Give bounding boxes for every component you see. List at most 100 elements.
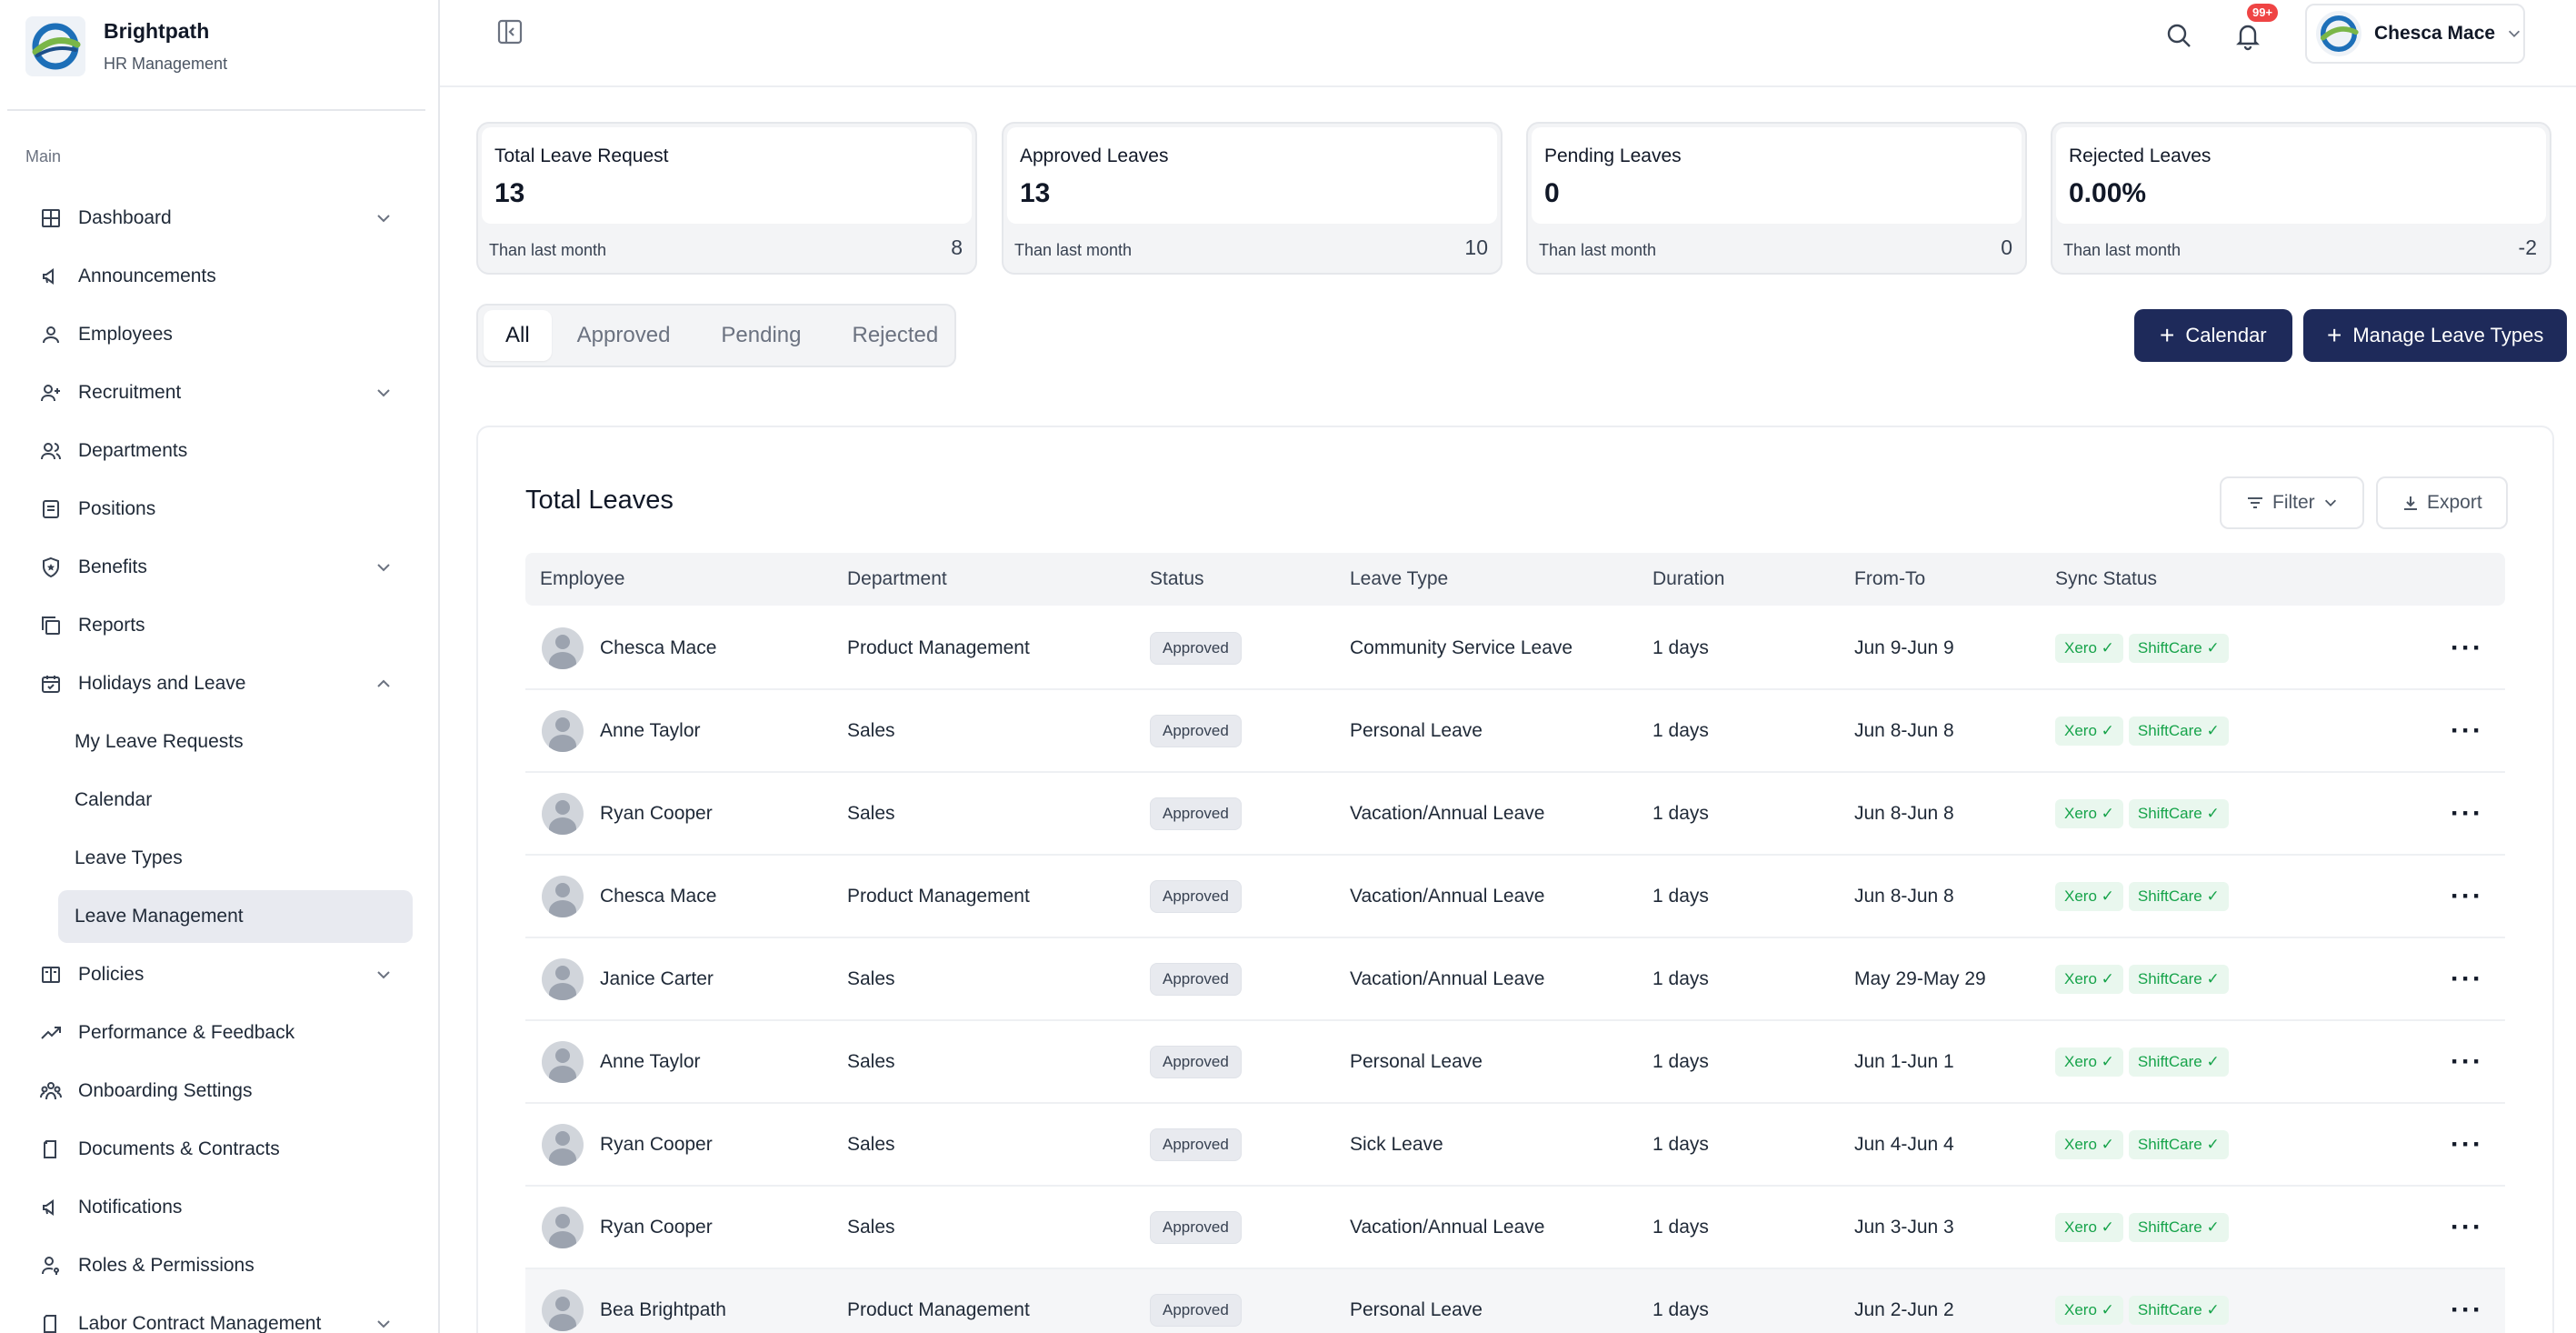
leave-type-cell: Sick Leave: [1350, 1104, 1443, 1185]
more-options-icon[interactable]: ···: [2451, 633, 2483, 664]
sync-badge-xero: Xero ✓: [2055, 1295, 2123, 1325]
more-options-icon[interactable]: ···: [2451, 881, 2483, 912]
calendar-button[interactable]: + Calendar: [2134, 309, 2292, 362]
sidebar-item-documents-contracts[interactable]: Documents & Contracts: [0, 1120, 438, 1178]
sidebar-item-performance-feedback[interactable]: Performance & Feedback: [0, 1004, 438, 1062]
column-header-duration[interactable]: Duration: [1652, 568, 1724, 590]
table-row[interactable]: Anne Taylor Sales Approved Personal Leav…: [525, 690, 2505, 773]
sidebar-item-label: Positions: [78, 498, 156, 519]
sidebar-item-label: Notifications: [78, 1197, 183, 1218]
tab-all[interactable]: All: [484, 310, 552, 361]
column-header-department[interactable]: Department: [847, 568, 947, 590]
column-header-employee[interactable]: Employee: [540, 568, 624, 590]
more-options-icon[interactable]: ···: [2451, 964, 2483, 995]
department-text: Sales: [847, 719, 895, 741]
stat-title: Approved Leaves: [1020, 145, 1169, 166]
chevron-down-icon[interactable]: [374, 384, 393, 402]
bell-icon[interactable]: [2232, 20, 2263, 51]
plus-icon: +: [2327, 321, 2342, 349]
stat-foot-label: Than last month: [1014, 241, 1133, 259]
sidebar-item-holidays-and-leave[interactable]: Holidays and Leave: [0, 655, 438, 713]
sync-badge-shiftcare: ShiftCare ✓: [2128, 1129, 2229, 1159]
table-row[interactable]: Ryan Cooper Sales Approved Vacation/Annu…: [525, 1187, 2505, 1269]
column-header-from-to[interactable]: From-To: [1854, 568, 1925, 590]
sidebar-item-recruitment[interactable]: Recruitment: [0, 364, 438, 422]
tab-rejected[interactable]: Rejected: [827, 310, 964, 361]
sync-badge-shiftcare: ShiftCare ✓: [2128, 1212, 2229, 1242]
tab-approved[interactable]: Approved: [552, 310, 696, 361]
sidebar-subitem-calendar[interactable]: Calendar: [0, 771, 438, 829]
more-options-icon[interactable]: ···: [2451, 1295, 2483, 1326]
sidebar-item-label: Documents & Contracts: [78, 1138, 280, 1159]
chevron-up-icon[interactable]: [374, 675, 393, 693]
table-row[interactable]: Chesca Mace Product Management Approved …: [525, 607, 2505, 690]
table-row[interactable]: Ryan Cooper Sales Approved Vacation/Annu…: [525, 773, 2505, 856]
sync-badge-xero: Xero ✓: [2055, 798, 2123, 828]
sync-badge-xero: Xero ✓: [2055, 1047, 2123, 1077]
megaphone-icon: [38, 264, 64, 289]
sync-status-cell: Xero ✓ ShiftCare ✓: [2055, 607, 2234, 688]
from-to-text: May 29-May 29: [1854, 967, 1986, 989]
from-to-cell: Jun 1-Jun 1: [1854, 1021, 1954, 1102]
table-row[interactable]: Chesca Mace Product Management Approved …: [525, 856, 2505, 938]
sidebar-item-positions[interactable]: Positions: [0, 480, 438, 538]
avatar: [542, 1040, 584, 1083]
user-plus-icon: [38, 380, 64, 406]
sidebar-item-dashboard[interactable]: Dashboard: [0, 189, 438, 247]
manage-leave-types-button[interactable]: + Manage Leave Types: [2303, 309, 2568, 362]
from-to-cell: Jun 8-Jun 8: [1854, 690, 1954, 771]
export-button[interactable]: Export: [2376, 476, 2508, 529]
sidebar-subitem-leave-types[interactable]: Leave Types: [0, 829, 438, 887]
sidebar-item-onboarding-settings[interactable]: Onboarding Settings: [0, 1062, 438, 1120]
chevron-down-icon[interactable]: [374, 558, 393, 576]
department-text: Product Management: [847, 1298, 1030, 1320]
user-menu-button[interactable]: Chesca Mace: [2305, 4, 2525, 64]
notification-badge: 99+: [2247, 4, 2279, 22]
more-options-icon[interactable]: ···: [2451, 1129, 2483, 1160]
brand[interactable]: Brightpath HR Management: [25, 16, 227, 76]
chevron-down-icon[interactable]: [374, 1315, 393, 1333]
sidebar-item-departments[interactable]: Departments: [0, 422, 438, 480]
table-row[interactable]: Anne Taylor Sales Approved Personal Leav…: [525, 1021, 2505, 1104]
sidebar-item-labor-contract-management[interactable]: Labor Contract Management: [0, 1295, 438, 1333]
sidebar-subitem-leave-management[interactable]: Leave Management: [58, 890, 413, 943]
sidebar-item-employees[interactable]: Employees: [0, 306, 438, 364]
status-cell: Approved: [1150, 1187, 1242, 1268]
filter-button[interactable]: Filter: [2220, 476, 2364, 529]
column-header-status[interactable]: Status: [1150, 568, 1204, 590]
sync-badge-xero: Xero ✓: [2055, 633, 2123, 663]
chevron-down-icon[interactable]: [374, 209, 393, 227]
sidebar-item-notifications[interactable]: Notifications: [0, 1178, 438, 1237]
more-options-icon[interactable]: ···: [2451, 798, 2483, 829]
more-options-icon[interactable]: ···: [2451, 1047, 2483, 1077]
sidebar-item-reports[interactable]: Reports: [0, 596, 438, 655]
sidebar-item-benefits[interactable]: Benefits: [0, 538, 438, 596]
employee-cell: Anne Taylor: [542, 1021, 701, 1102]
department-text: Sales: [847, 1050, 895, 1072]
more-options-icon[interactable]: ···: [2451, 1212, 2483, 1243]
stat-card-total: Total Leave Request 13 Than last month 8: [476, 122, 977, 275]
table-row[interactable]: Bea Brightpath Product Management Approv…: [525, 1269, 2505, 1333]
more-options-icon[interactable]: ···: [2451, 716, 2483, 747]
column-header-sync-status[interactable]: Sync Status: [2055, 568, 2157, 590]
status-cell: Approved: [1150, 938, 1242, 1019]
sidebar-item-announcements[interactable]: Announcements: [0, 247, 438, 306]
table-row[interactable]: Ryan Cooper Sales Approved Sick Leave 1 …: [525, 1104, 2505, 1187]
employee-name: Anne Taylor: [600, 1050, 701, 1072]
column-header-leave-type[interactable]: Leave Type: [1350, 568, 1448, 590]
stat-card-pending: Pending Leaves 0 Than last month 0: [1526, 122, 2027, 275]
sidebar-item-label: Holidays and Leave: [78, 673, 246, 694]
from-to-cell: Jun 2-Jun 2: [1854, 1269, 1954, 1333]
table-row[interactable]: Janice Carter Sales Approved Vacation/An…: [525, 938, 2505, 1021]
duration-text: 1 days: [1652, 967, 1709, 989]
sidebar-item-roles-permissions[interactable]: Roles & Permissions: [0, 1237, 438, 1295]
sidebar-subitem-my-leave-requests[interactable]: My Leave Requests: [0, 713, 438, 771]
chevron-down-icon[interactable]: [374, 966, 393, 984]
from-to-cell: May 29-May 29: [1854, 938, 1986, 1019]
sidebar-toggle-icon[interactable]: [496, 18, 524, 45]
leaves-panel: Total Leaves Filter Export Employee Depa…: [476, 426, 2554, 1333]
tab-pending[interactable]: Pending: [695, 310, 826, 361]
search-icon[interactable]: [2165, 22, 2192, 49]
sidebar-item-policies[interactable]: Policies: [0, 946, 438, 1004]
status-cell: Approved: [1150, 607, 1242, 688]
